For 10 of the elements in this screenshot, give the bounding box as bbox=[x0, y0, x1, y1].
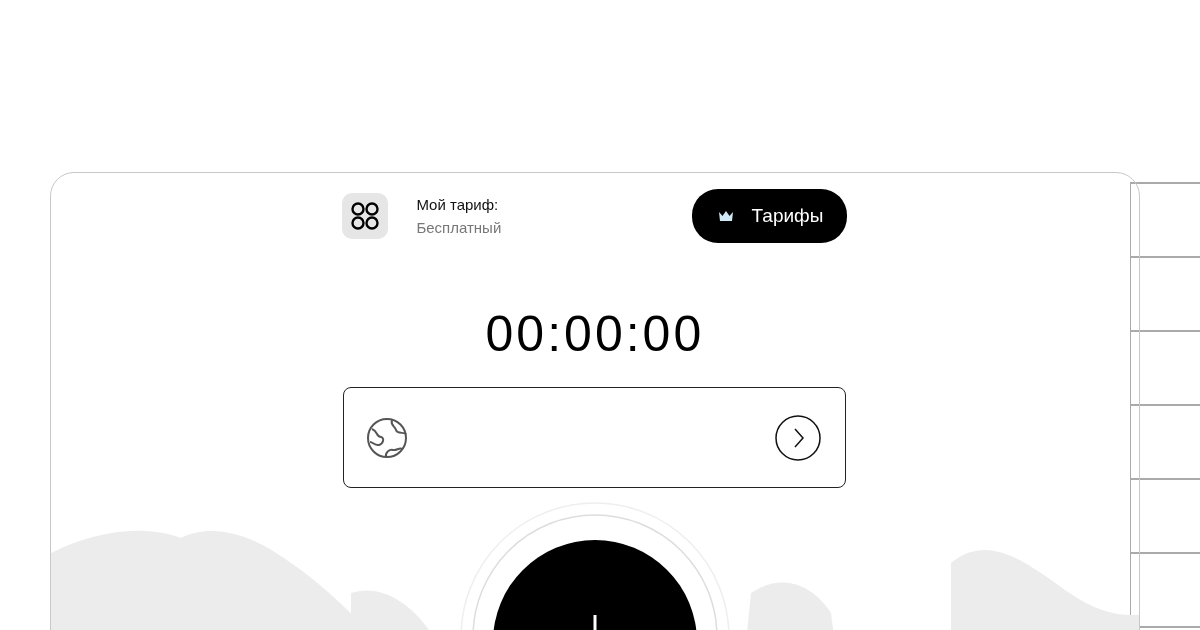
location-field[interactable] bbox=[343, 387, 847, 488]
power-button[interactable] bbox=[459, 502, 730, 630]
connection-timer: 00:00:00 bbox=[485, 305, 705, 363]
crown-icon bbox=[717, 210, 734, 222]
tariffs-button[interactable]: Тарифы bbox=[691, 189, 848, 243]
globe-icon bbox=[366, 416, 409, 459]
app-icon bbox=[342, 193, 389, 239]
chevron-right-icon[interactable] bbox=[775, 414, 822, 461]
plan-label: Мой тариф: bbox=[416, 196, 500, 213]
plan-value: Бесплатный bbox=[416, 219, 502, 236]
